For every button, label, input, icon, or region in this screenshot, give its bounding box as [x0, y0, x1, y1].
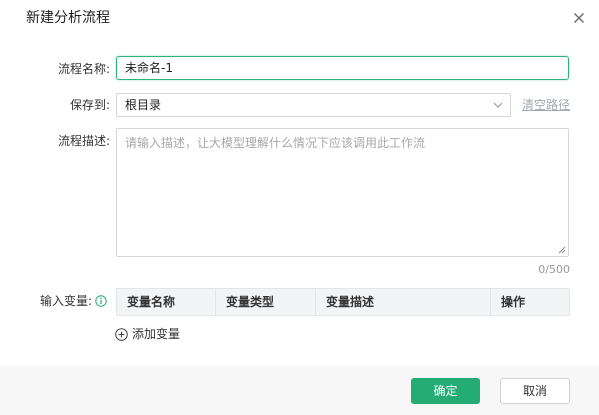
- info-circle-icon[interactable]: [95, 295, 107, 307]
- flow-name-label: 流程名称:: [57, 62, 110, 76]
- add-variable-button[interactable]: 添加变量: [115, 326, 180, 342]
- dialog-footer: 确定 取消: [0, 366, 599, 415]
- column-variable-description: 变量描述: [316, 289, 491, 315]
- flow-description-textarea[interactable]: 请输入描述，让大模型理解什么情况下应该调用此工作流: [116, 128, 569, 257]
- description-placeholder: 请输入描述，让大模型理解什么情况下应该调用此工作流: [125, 136, 426, 150]
- add-variable-label: 添加变量: [132, 327, 181, 341]
- save-to-value: 根目录: [125, 98, 162, 112]
- clear-path-link[interactable]: 清空路径: [522, 97, 570, 113]
- confirm-button[interactable]: 确定: [411, 378, 480, 404]
- chevron-down-icon: [493, 102, 503, 108]
- resize-grip-icon[interactable]: [558, 246, 566, 254]
- save-to-label: 保存到:: [69, 98, 110, 112]
- flow-description-label: 流程描述:: [57, 134, 110, 148]
- column-variable-type: 变量类型: [216, 289, 316, 315]
- column-actions: 操作: [501, 295, 526, 309]
- new-flow-dialog: 新建分析流程 流程名称: 未命名-1 保存到: 根目录 清空路径 流程描述: 请…: [0, 0, 599, 415]
- save-to-select[interactable]: 根目录: [116, 93, 511, 117]
- dialog-header: 新建分析流程: [0, 0, 599, 36]
- description-char-counter: 0/500: [538, 263, 570, 276]
- variables-table-header: 变量名称 变量类型 变量描述 操作: [116, 288, 570, 316]
- close-icon: [574, 13, 584, 23]
- cancel-button[interactable]: 取消: [500, 378, 570, 404]
- dialog-title: 新建分析流程: [26, 10, 110, 26]
- column-variable-name: 变量名称: [117, 289, 216, 315]
- input-variables-label-group: 输入变量:: [40, 293, 107, 309]
- input-variables-label: 输入变量:: [40, 294, 93, 308]
- flow-name-input[interactable]: 未命名-1: [116, 56, 569, 80]
- plus-circle-icon: [115, 327, 128, 341]
- close-button[interactable]: [569, 8, 589, 28]
